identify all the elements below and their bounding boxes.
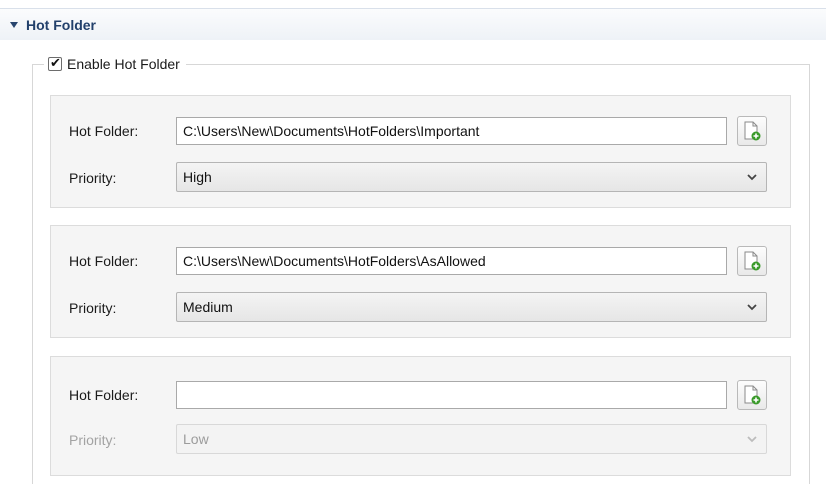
chevron-down-icon (747, 304, 757, 311)
add-document-icon (744, 385, 761, 405)
priority-select-value: Medium (183, 299, 233, 315)
priority-label: Priority: (69, 300, 117, 316)
priority-select-value: High (183, 169, 212, 185)
priority-select[interactable]: High (176, 162, 767, 192)
hot-folder-label: Hot Folder: (69, 123, 139, 139)
add-folder-button[interactable] (737, 116, 767, 146)
priority-select-value: Low (183, 431, 209, 447)
add-folder-button[interactable] (737, 380, 767, 410)
triangle-down-icon[interactable] (10, 21, 18, 28)
hot-folder-entry-2: Hot Folder: Priority: Medium (50, 225, 791, 338)
hot-folder-label: Hot Folder: (69, 387, 139, 403)
hot-folder-entry-1: Hot Folder: Priority: High (50, 95, 791, 208)
priority-select-disabled: Low (176, 424, 767, 454)
priority-label: Priority: (69, 432, 117, 448)
section-title: Hot Folder (26, 16, 96, 33)
add-document-icon (744, 251, 761, 271)
hot-folder-label: Hot Folder: (69, 253, 139, 269)
chevron-down-icon (747, 436, 757, 443)
checkmark-icon: ✔ (50, 55, 61, 70)
hot-folder-path-input[interactable] (176, 381, 727, 409)
hot-folder-path-input[interactable] (176, 117, 727, 145)
enable-hot-folder-label[interactable]: Enable Hot Folder (67, 56, 180, 72)
priority-label: Priority: (69, 170, 117, 186)
hot-folder-entry-3: Hot Folder: Priority: Low (50, 356, 791, 476)
enable-hot-folder-checkbox-row[interactable]: ✔ Enable Hot Folder (44, 54, 186, 74)
hot-folder-path-input[interactable] (176, 247, 727, 275)
section-header-hot-folder[interactable]: Hot Folder (0, 8, 826, 40)
chevron-down-icon (747, 174, 757, 181)
add-document-icon (744, 121, 761, 141)
priority-select[interactable]: Medium (176, 292, 767, 322)
add-folder-button[interactable] (737, 246, 767, 276)
enable-hot-folder-checkbox[interactable]: ✔ (48, 55, 62, 71)
